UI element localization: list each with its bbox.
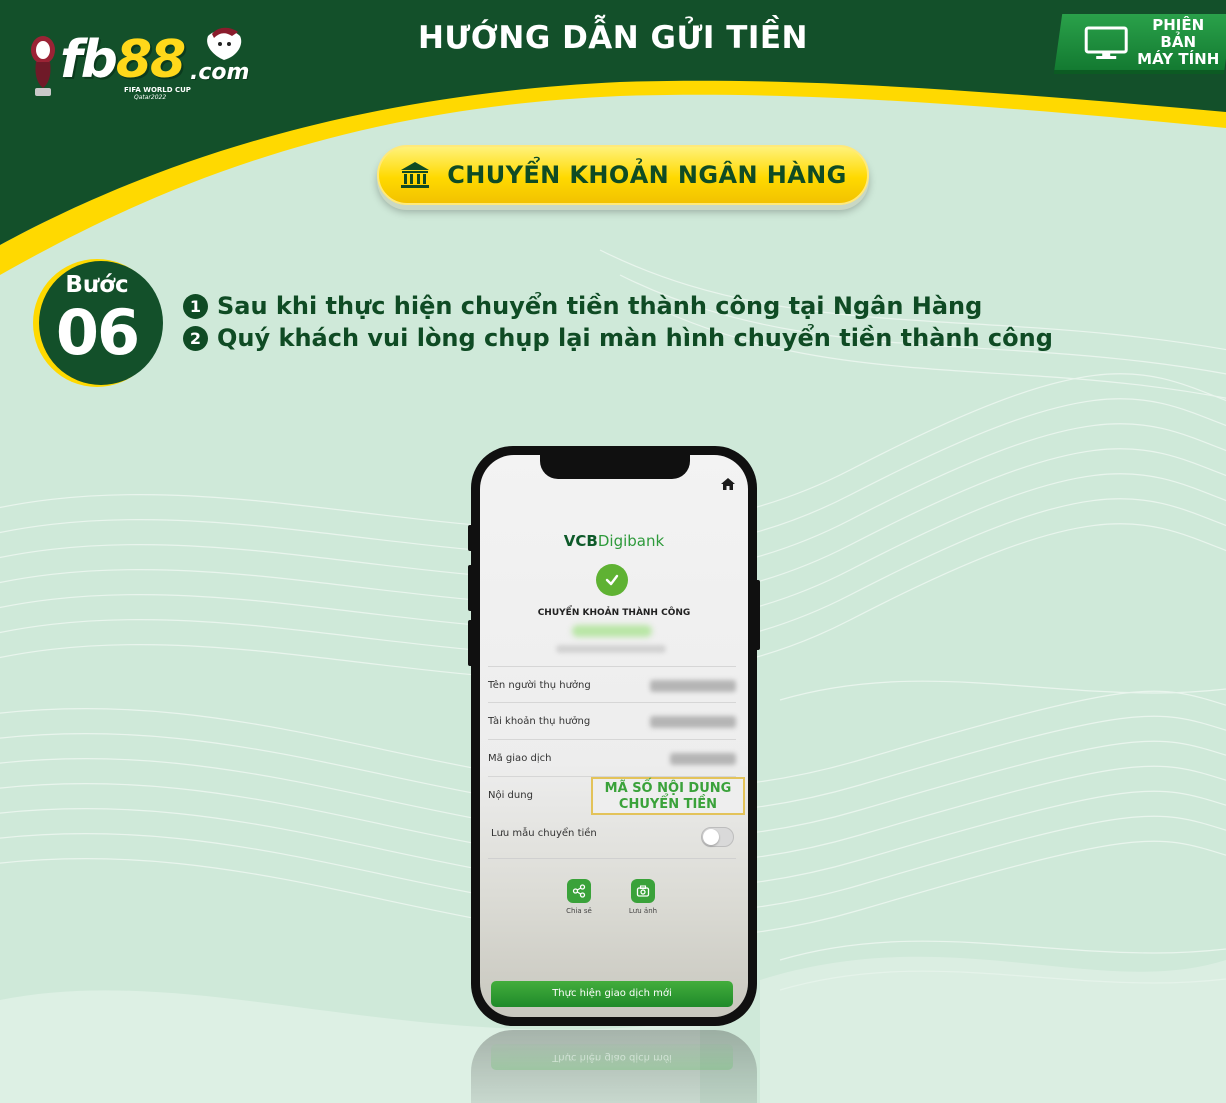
desktop-label-line1: PHIÊN BẢN	[1152, 15, 1205, 51]
transfer-content-highlight: MÃ SỐ NỘI DUNG CHUYỂN TIỀN	[591, 777, 745, 815]
detail-label: Nội dung	[488, 790, 533, 801]
detail-row-beneficiary-account: Tài khoản thụ hưởng	[488, 702, 736, 738]
share-button[interactable]: Chia sẻ	[554, 879, 604, 915]
bank-transfer-button[interactable]: CHUYỂN KHOẢN NGÂN HÀNG	[377, 145, 869, 205]
logo-event-sub: Qatar2022	[134, 94, 167, 101]
save-image-label: Lưu ảnh	[628, 907, 658, 915]
desktop-version-button[interactable]: PHIÊN BẢN MÁY TÍNH	[1053, 14, 1226, 74]
share-icon	[567, 879, 591, 903]
page-title: HƯỚNG DẪN GỬI TIỀN	[417, 20, 809, 56]
content-highlight-line2: CHUYỂN TIỀN	[618, 797, 718, 812]
step-badge: Bước 06	[31, 258, 163, 388]
instruction-1: 1 Sau khi thực hiện chuyển tiền thành cô…	[183, 292, 982, 320]
desktop-label-line2: MÁY TÍNH	[1137, 49, 1220, 68]
instruction-number-badge: 1	[183, 293, 208, 319]
instruction-2: 2 Quý khách vui lòng chụp lại màn hình c…	[183, 324, 1053, 352]
bank-transfer-label: CHUYỂN KHOẢN NGÂN HÀNG	[447, 161, 847, 189]
phone-notch	[540, 455, 690, 479]
blurred-value	[650, 716, 736, 728]
blurred-value	[670, 753, 736, 765]
new-transaction-button[interactable]: Thực hiện giao dịch mới	[491, 981, 733, 1007]
phone-mockup: VCBDigibank CHUYỂN KHOẢN THÀNH CÔNG Tên …	[471, 446, 757, 1026]
instruction-number-badge: 2	[183, 325, 208, 351]
detail-label: Mã giao dịch	[488, 753, 552, 764]
toggle-knob	[703, 829, 719, 845]
save-image-button[interactable]: Lưu ảnh	[618, 879, 668, 915]
success-check-icon	[596, 564, 628, 596]
transfer-success-title: CHUYỂN KHOẢN THÀNH CÔNG	[537, 608, 691, 618]
camera-icon	[631, 879, 655, 903]
blurred-value	[650, 680, 736, 692]
blurred-amount	[572, 625, 652, 637]
reflection-button: Thực hiện giao dịch mới	[491, 1044, 733, 1070]
instruction-text: Quý khách vui lòng chụp lại màn hình chu…	[217, 324, 1053, 352]
blurred-amount-words	[556, 645, 666, 653]
step-number: 06	[55, 296, 140, 369]
detail-label: Tài khoản thụ hưởng	[488, 716, 591, 727]
detail-row-beneficiary-name: Tên người thụ hưởng	[488, 666, 736, 702]
step-word: Bước	[65, 272, 129, 298]
detail-row-transaction-id: Mã giao dịch	[488, 739, 736, 775]
divider	[488, 858, 736, 859]
phone-screen: VCBDigibank CHUYỂN KHOẢN THÀNH CÔNG Tên …	[480, 455, 748, 1017]
save-template-label: Lưu mẫu chuyển tiền	[491, 828, 597, 839]
share-label: Chia sẻ	[566, 907, 592, 915]
desktop-version-label: PHIÊN BẢN MÁY TÍNH	[1136, 15, 1220, 68]
logo-event-label: FIFA WORLD CUP	[124, 86, 191, 94]
instruction-text: Sau khi thực hiện chuyển tiền thành công…	[217, 292, 983, 320]
content-highlight-line1: MÃ SỐ NỘI DUNG	[604, 781, 732, 796]
phone-reflection: Thực hiện giao dịch mới	[471, 1030, 757, 1103]
bank-icon	[401, 162, 430, 188]
save-template-toggle[interactable]	[701, 827, 734, 847]
detail-label: Tên người thụ hưởng	[488, 680, 591, 691]
vcb-digibank-logo: VCBDigibank	[563, 532, 665, 550]
monitor-icon	[1084, 25, 1128, 58]
home-icon[interactable]	[720, 477, 736, 491]
